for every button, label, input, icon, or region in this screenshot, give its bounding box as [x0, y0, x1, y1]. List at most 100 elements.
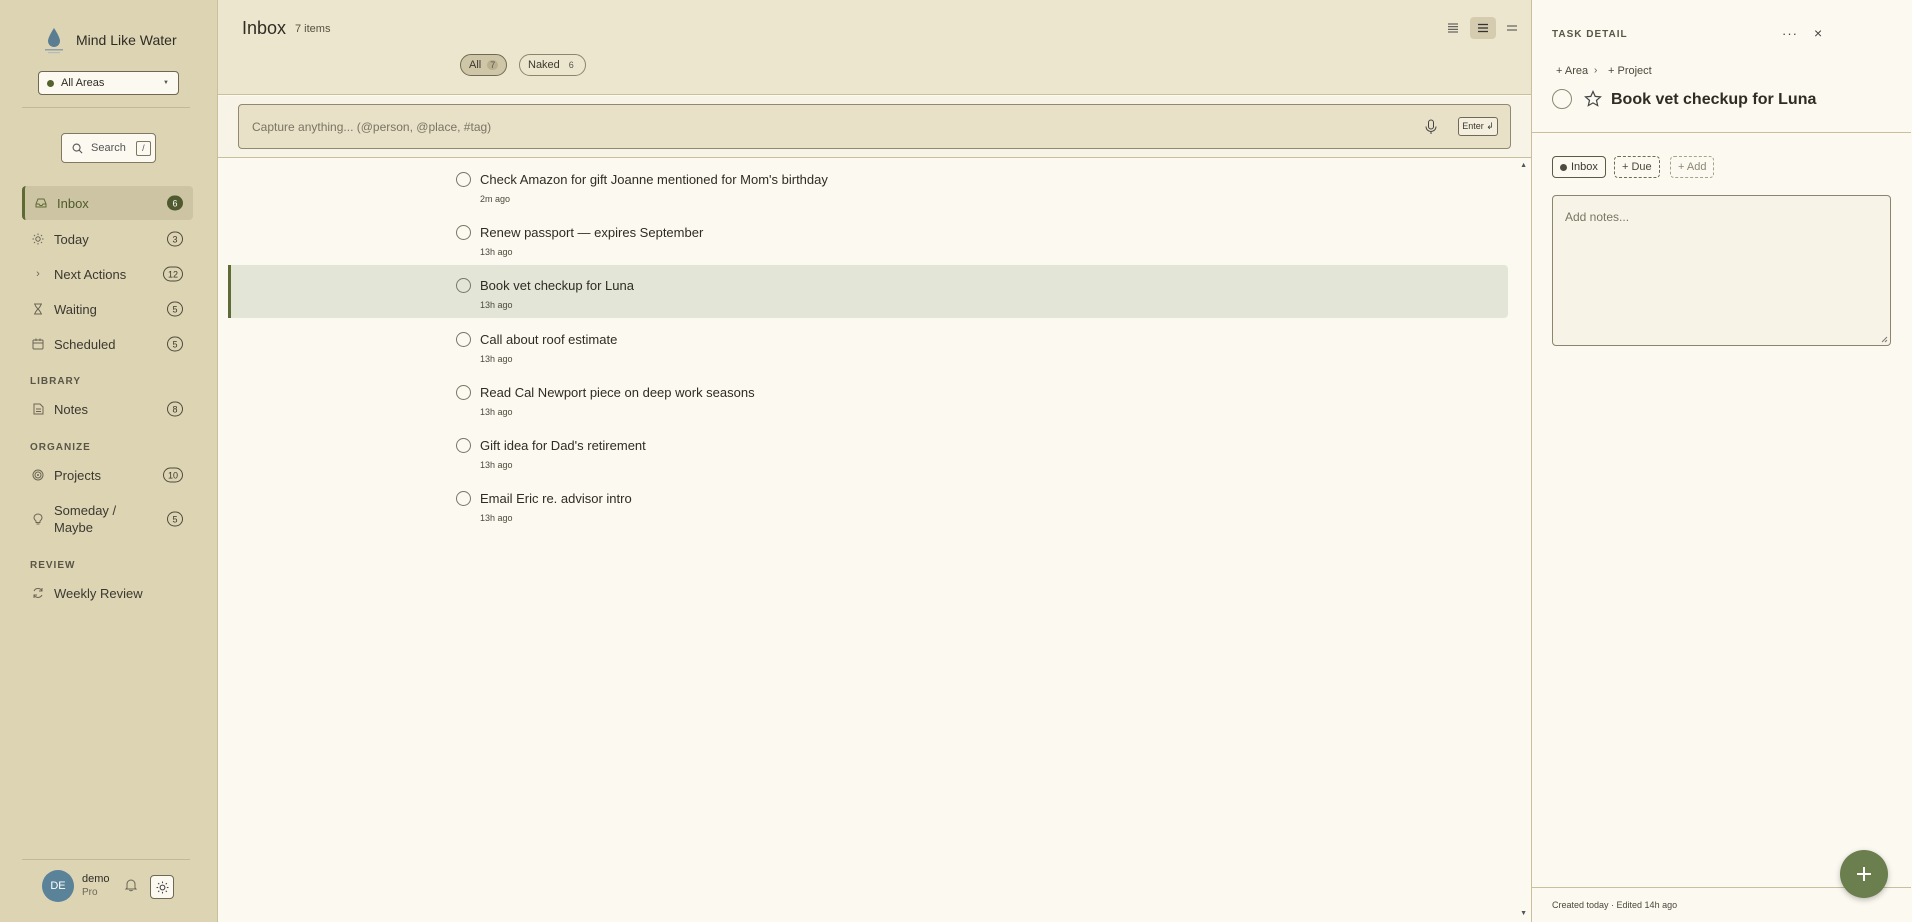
task-row[interactable]: Gift idea for Dad's retirement 13h ago [218, 434, 1508, 478]
filter-naked[interactable]: Naked 6 [519, 54, 586, 76]
breadcrumb-project[interactable]: + Project [1608, 65, 1652, 77]
app-root: Mind Like Water All Areas ▼ Search / Inb… [0, 0, 1912, 922]
resize-grip-icon[interactable] [1881, 336, 1888, 343]
section-label-review: REVIEW [30, 560, 76, 571]
theme-toggle-button[interactable] [150, 875, 174, 899]
area-select[interactable]: All Areas ▼ [38, 71, 179, 95]
notes-placeholder: Add notes... [1565, 210, 1630, 224]
chevron-down-icon: ▼ [163, 80, 169, 86]
close-icon[interactable]: × [1814, 25, 1822, 41]
chip-label: Inbox [1571, 161, 1598, 173]
task-complete-checkbox[interactable] [1552, 89, 1572, 109]
main-panel: Inbox 7 items All 7 Naked 6 Capture anyt… [218, 0, 1532, 922]
task-checkbox[interactable] [456, 172, 471, 187]
microphone-icon[interactable] [1424, 119, 1438, 135]
capture-bar: Capture anything... (@person, @place, #t… [218, 96, 1531, 158]
filter-all[interactable]: All 7 [460, 54, 508, 76]
calendar-icon [32, 338, 44, 350]
item-count: 7 items [295, 23, 331, 35]
notes-count-badge: 8 [167, 401, 183, 417]
filter-count: 6 [568, 60, 574, 70]
sidebar-item-someday-maybe[interactable]: Someday / Maybe 5 [22, 498, 193, 540]
task-checkbox[interactable] [456, 278, 471, 293]
waiting-count-badge: 5 [167, 301, 183, 317]
sidebar-item-scheduled[interactable]: Scheduled 5 [22, 327, 193, 361]
lightbulb-icon [32, 513, 44, 525]
scheduled-count-badge: 5 [167, 336, 183, 352]
today-count-badge: 3 [167, 231, 183, 247]
task-title[interactable]: Check Amazon for gift Joanne mentioned f… [480, 172, 828, 187]
sidebar-item-today[interactable]: Today 3 [22, 222, 193, 256]
task-title[interactable]: Read Cal Newport piece on deep work seas… [480, 385, 755, 400]
search-label: Search [91, 142, 126, 154]
task-row[interactable]: Call about roof estimate 13h ago [218, 328, 1508, 372]
task-row[interactable]: Renew passport — expires September 13h ag… [218, 221, 1508, 265]
inbox-chip[interactable]: Inbox [1552, 156, 1606, 178]
task-detail-panel: TASK DETAIL ··· × + Area › + Project Boo… [1532, 0, 1911, 922]
notes-field[interactable]: Add notes... [1552, 195, 1891, 346]
user-profile[interactable]: DE demo Pro [42, 870, 110, 902]
chip-label: + Add [1678, 161, 1707, 173]
sidebar-item-waiting[interactable]: Waiting 5 [22, 292, 193, 326]
breadcrumb-separator: › [1594, 65, 1598, 76]
sidebar-footer-divider [22, 859, 190, 860]
task-row[interactable]: Read Cal Newport piece on deep work seas… [218, 381, 1508, 425]
task-checkbox[interactable] [456, 491, 471, 506]
task-timestamp: 13h ago [480, 247, 513, 257]
sidebar-item-weekly-review[interactable]: Weekly Review [22, 576, 193, 610]
task-title[interactable]: Gift idea for Dad's retirement [480, 438, 646, 453]
task-title[interactable]: Call about roof estimate [480, 332, 617, 347]
sidebar-item-notes[interactable]: Notes 8 [22, 392, 193, 426]
avatar: DE [42, 870, 74, 902]
add-due-chip[interactable]: + Due [1614, 156, 1660, 178]
page-title: Inbox [242, 18, 287, 38]
search-shortcut-key: / [135, 140, 151, 156]
sidebar: Mind Like Water All Areas ▼ Search / Inb… [0, 0, 218, 922]
star-icon[interactable] [1584, 90, 1602, 108]
task-title[interactable]: Email Eric re. advisor intro [480, 491, 632, 506]
search-button[interactable]: Search / [61, 133, 156, 163]
sidebar-item-inbox[interactable]: Inbox 6 [22, 186, 193, 220]
view-comfortable-button[interactable] [1499, 17, 1525, 39]
task-timestamp: 13h ago [480, 407, 513, 417]
task-row[interactable]: Email Eric re. advisor intro 13h ago [218, 487, 1508, 531]
capture-placeholder: Capture anything... (@person, @place, #t… [252, 119, 492, 134]
search-icon [72, 143, 83, 153]
task-title[interactable]: Book vet checkup for Luna [1611, 91, 1816, 109]
scroll-down-arrow-icon[interactable]: ▼ [1520, 910, 1527, 917]
scroll-up-arrow-icon[interactable]: ▲ [1520, 162, 1527, 169]
task-title[interactable]: Renew passport — expires September [480, 225, 703, 240]
sidebar-item-projects[interactable]: Projects 10 [22, 458, 193, 492]
sidebar-item-next-actions[interactable]: › Next Actions 12 [22, 257, 193, 291]
app-name: Mind Like Water [76, 32, 177, 48]
task-row[interactable]: Book vet checkup for Luna 13h ago [218, 274, 1508, 318]
view-compact-button[interactable] [1440, 17, 1466, 39]
task-checkbox[interactable] [456, 385, 471, 400]
sidebar-item-label: Weekly Review [54, 585, 143, 601]
chip-label: + Due [1622, 161, 1652, 173]
view-default-button[interactable] [1470, 17, 1496, 39]
inbox-count-badge: 6 [167, 195, 183, 211]
task-checkbox[interactable] [456, 438, 471, 453]
sun-icon [156, 881, 168, 893]
enter-key-hint[interactable]: Enter ↲ [1458, 117, 1498, 136]
task-row[interactable]: Check Amazon for gift Joanne mentioned f… [218, 168, 1508, 212]
add-tag-chip[interactable]: + Add [1670, 156, 1715, 178]
inbox-icon [35, 197, 47, 209]
task-checkbox[interactable] [456, 225, 471, 240]
task-checkbox[interactable] [456, 332, 471, 347]
area-color-dot [47, 79, 54, 87]
task-timestamp: 2m ago [480, 194, 511, 204]
task-title[interactable]: Book vet checkup for Luna [480, 278, 634, 293]
sidebar-item-label: Someday / Maybe [54, 503, 117, 535]
hourglass-icon [32, 303, 44, 315]
brand: Mind Like Water [44, 26, 177, 54]
breadcrumb-area[interactable]: + Area [1556, 65, 1588, 77]
bell-icon[interactable] [124, 878, 138, 892]
filter-label: All [469, 59, 482, 71]
next-actions-count-badge: 12 [162, 266, 183, 282]
filter-label: Naked [528, 59, 560, 71]
more-options-icon[interactable]: ··· [1782, 26, 1798, 41]
add-task-fab-button[interactable] [1840, 850, 1888, 898]
capture-input[interactable]: Capture anything... (@person, @place, #t… [238, 104, 1511, 149]
